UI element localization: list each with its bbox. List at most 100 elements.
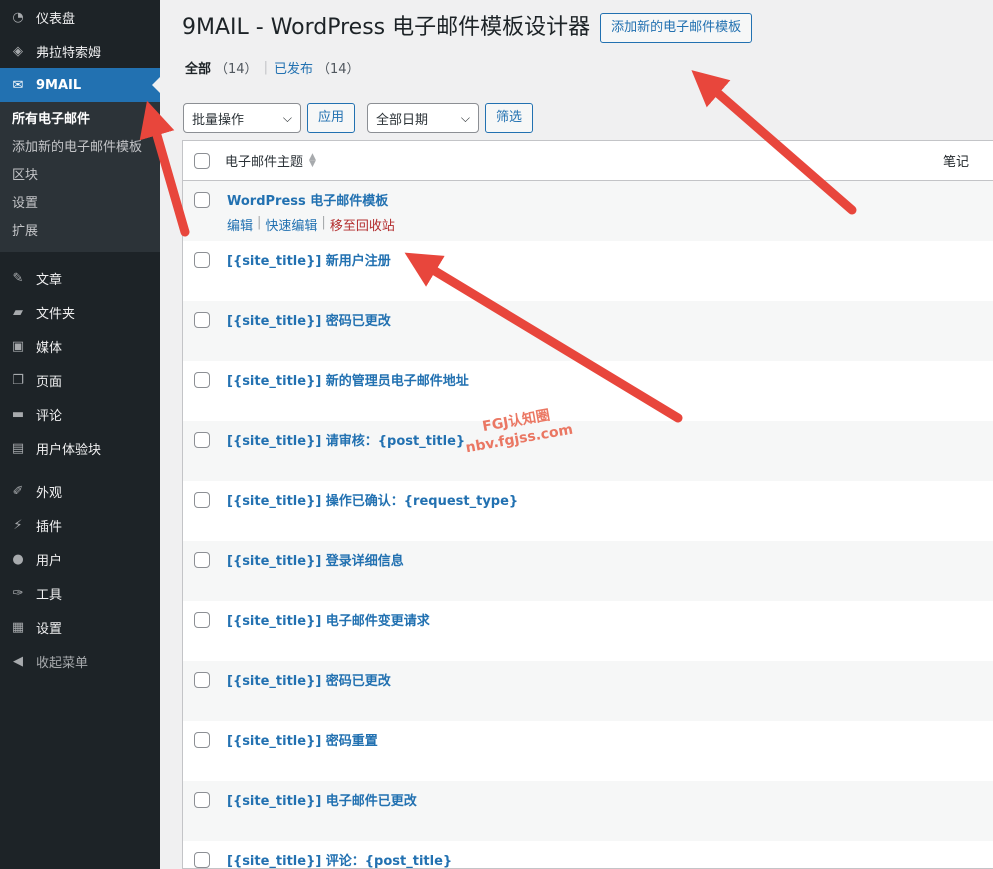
- edit-link[interactable]: 编辑: [227, 215, 253, 234]
- emails-table: 电子邮件主题 ▲ ▼ 笔记 WordPress 电子邮件模板 编辑 | 快速编辑 | 移至回…: [182, 140, 993, 869]
- wrench-icon: ✑: [12, 585, 24, 601]
- table-row: [{site_title}] 电子邮件变更请求: [183, 601, 993, 661]
- submenu-9mail: 所有电子邮件 添加新的电子邮件模板 区块 设置 扩展: [0, 102, 160, 252]
- row-title-link[interactable]: [{site_title}] 评论：{post_title}: [227, 850, 452, 868]
- submenu-blocks[interactable]: 区块: [0, 162, 160, 190]
- menu-item-appearance[interactable]: ✐ 外观: [0, 474, 160, 508]
- chevron-down-icon: ⌵: [460, 110, 471, 125]
- pin-icon: ✎: [12, 270, 24, 286]
- menu-item-pages[interactable]: ❐ 页面: [0, 363, 160, 397]
- menu-item-media[interactable]: ▣ 媒体: [0, 329, 160, 363]
- menu-item-posts[interactable]: ✎ 文章: [0, 261, 160, 295]
- submenu-settings[interactable]: 设置: [0, 190, 160, 218]
- table-row: [{site_title}] 操作已确认：{request_type}: [183, 481, 993, 541]
- column-subject-header[interactable]: 电子邮件主题 ▲ ▼: [225, 151, 316, 170]
- row-checkbox[interactable]: [194, 372, 210, 388]
- row-checkbox[interactable]: [194, 672, 210, 688]
- date-filter-value: 全部日期: [376, 112, 429, 128]
- date-filter-select[interactable]: 全部日期 ⌵: [367, 103, 480, 133]
- action-separator: |: [321, 215, 326, 230]
- filter-all[interactable]: 全部: [185, 58, 211, 77]
- admin-sidebar: ◔ 仪表盘 ◈ 弗拉特索姆 ✉ 9MAIL 所有电子邮件 添加新的电子邮件模板 …: [0, 0, 160, 869]
- row-checkbox[interactable]: [194, 612, 210, 628]
- comment-icon: ▬: [11, 406, 25, 422]
- menu-label: 外观: [36, 485, 63, 501]
- row-title-link[interactable]: [{site_title}] 操作已确认：{request_type}: [227, 490, 518, 509]
- apply-button[interactable]: 应用: [307, 103, 356, 133]
- menu-item-9mail[interactable]: ✉ 9MAIL: [0, 68, 160, 102]
- chevron-down-icon: ⌵: [282, 110, 292, 125]
- table-body: WordPress 电子邮件模板 编辑 | 快速编辑 | 移至回收站 [{site_titl…: [183, 181, 993, 868]
- media-icon: ▣: [11, 338, 25, 354]
- trash-link[interactable]: 移至回收站: [330, 215, 395, 234]
- row-title-link[interactable]: [{site_title}] 新用户注册: [227, 250, 391, 269]
- menu-label: 仪表盘: [36, 11, 76, 27]
- row-checkbox[interactable]: [194, 252, 210, 268]
- row-checkbox[interactable]: [194, 552, 210, 568]
- row-title-link[interactable]: [{site_title}] 登录详细信息: [227, 550, 404, 569]
- row-title-link[interactable]: [{site_title}] 新的管理员电子邮件地址: [227, 370, 469, 389]
- filter-all-count: （14）: [215, 62, 258, 77]
- row-title-link[interactable]: [{site_title}] 密码已更改: [227, 310, 391, 329]
- table-row: [{site_title}] 密码重置: [183, 721, 993, 781]
- title-row: 9MAIL - WordPress 电子邮件模板设计器 添加新的电子邮件模板: [182, 12, 753, 44]
- row-checkbox[interactable]: [194, 492, 210, 508]
- menu-label: 媒体: [36, 340, 63, 356]
- row-title-link[interactable]: [{site_title}] 密码重置: [227, 730, 378, 749]
- menu-label: 页面: [36, 374, 63, 390]
- row-title-link[interactable]: [{site_title}] 密码已更改: [227, 670, 391, 689]
- row-checkbox[interactable]: [194, 852, 210, 868]
- bulk-action-select[interactable]: 批量操作 ⌵: [183, 103, 301, 133]
- collapse-menu-button[interactable]: ◀ 收起菜单: [0, 644, 160, 678]
- row-checkbox[interactable]: [194, 192, 210, 208]
- menu-item-tools[interactable]: ✑ 工具: [0, 576, 160, 610]
- menu-item-dashboard[interactable]: ◔ 仪表盘: [0, 0, 160, 34]
- row-title-link[interactable]: [{site_title}] 请审核：{post_title}: [227, 430, 465, 449]
- menu-label: 文章: [36, 272, 63, 288]
- table-row: [{site_title}] 密码已更改: [183, 661, 993, 721]
- status-filter-links: 全部 （14） | 已发布 （14）: [185, 58, 360, 77]
- settings-icon: ▦: [11, 619, 25, 635]
- filter-published[interactable]: 已发布: [274, 58, 313, 77]
- submenu-extensions[interactable]: 扩展: [0, 218, 160, 246]
- quick-edit-link[interactable]: 快速编辑: [265, 215, 317, 234]
- menu-item-comments[interactable]: ▬ 评论: [0, 397, 160, 431]
- menu-item-flatsome[interactable]: ◈ 弗拉特索姆: [0, 34, 160, 68]
- row-checkbox[interactable]: [194, 312, 210, 328]
- menu-label: 收起菜单: [36, 655, 89, 671]
- menu-label: 评论: [36, 408, 63, 424]
- menu-label: 设置: [36, 621, 63, 637]
- column-subject-label: 电子邮件主题: [225, 155, 304, 170]
- dashboard-icon: ◔: [12, 9, 24, 25]
- filter-published-count: （14）: [316, 62, 360, 77]
- menu-item-ux-blocks[interactable]: ▤ 用户体验块: [0, 431, 160, 465]
- tablenav-top: 批量操作 ⌵ 应用 全部日期 ⌵ 筛选: [183, 103, 534, 133]
- submenu-all-emails[interactable]: 所有电子邮件: [0, 106, 160, 134]
- bulk-action-value: 批量操作: [192, 112, 245, 128]
- select-all-checkbox[interactable]: [194, 152, 210, 169]
- row-title-link[interactable]: [{site_title}] 电子邮件变更请求: [227, 610, 430, 629]
- submenu-add-template[interactable]: 添加新的电子邮件模板: [0, 134, 160, 162]
- action-separator: |: [257, 215, 262, 230]
- menu-item-settings[interactable]: ▦ 设置: [0, 610, 160, 644]
- row-checkbox[interactable]: [194, 432, 210, 448]
- add-new-template-button[interactable]: 添加新的电子邮件模板: [600, 13, 753, 43]
- filter-separator: |: [263, 60, 268, 75]
- filter-button[interactable]: 筛选: [485, 103, 534, 133]
- table-row: [{site_title}] 评论：{post_title}: [183, 841, 993, 868]
- menu-item-users[interactable]: ● 用户: [0, 542, 160, 576]
- row-checkbox[interactable]: [194, 792, 210, 808]
- collapse-icon: ◀: [13, 653, 23, 669]
- row-title-link[interactable]: WordPress 电子邮件模板: [227, 190, 388, 209]
- row-checkbox[interactable]: [194, 732, 210, 748]
- menu-label: 用户: [36, 553, 63, 569]
- menu-label: 插件: [36, 519, 63, 535]
- menu-item-plugins[interactable]: ⚡ 插件: [0, 508, 160, 542]
- table-row: [{site_title}] 电子邮件已更改: [183, 781, 993, 841]
- row-title-link[interactable]: [{site_title}] 电子邮件已更改: [227, 790, 417, 809]
- diamond-icon: ◈: [13, 43, 23, 59]
- table-row: [{site_title}] 登录详细信息: [183, 541, 993, 601]
- menu-item-folders[interactable]: ▰ 文件夹: [0, 295, 160, 329]
- table-row: [{site_title}] 密码已更改: [183, 301, 993, 361]
- column-notes-header: 笔记: [942, 155, 969, 170]
